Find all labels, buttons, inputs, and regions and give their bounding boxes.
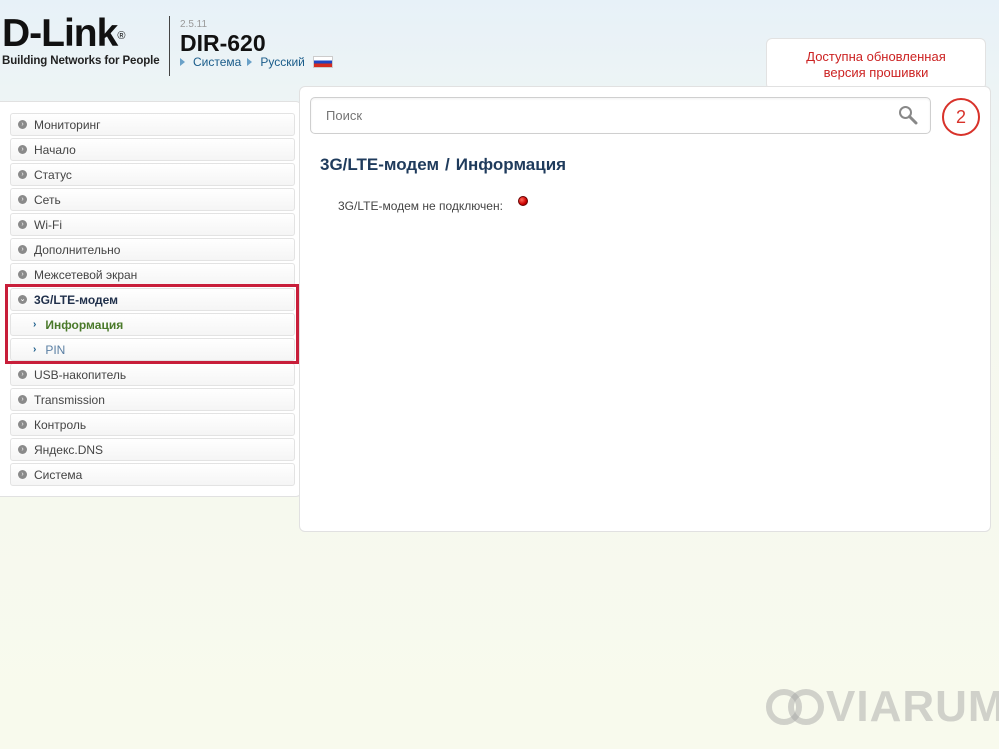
chevron-right-icon: › [18, 395, 27, 404]
sidebar-menu: › Мониторинг › Начало › Статус › Сеть › Wi-Fi… [10, 113, 295, 488]
sidebar-item-label: Мониторинг [34, 117, 101, 132]
registered-mark: ® [117, 30, 125, 42]
sidebar: › Мониторинг › Начало › Статус › Сеть › Wi-Fi… [0, 101, 302, 497]
search-input[interactable] [310, 97, 931, 134]
sidebar-item-transmission[interactable]: › Transmission [10, 388, 295, 411]
sidebar-item-label: Сеть [34, 192, 61, 207]
sidebar-item-label: 3G/LTE-модем [34, 292, 119, 307]
chevron-right-icon: › [18, 195, 27, 204]
arrow-right-icon: › [33, 319, 37, 330]
page-title: 3G/LTE-модем / Информация [320, 155, 566, 175]
sidebar-item-label: USB-накопитель [34, 367, 127, 382]
nav-language-link[interactable]: Русский [260, 55, 305, 69]
sidebar-item-status[interactable]: › Статус [10, 163, 295, 186]
watermark-text: VIARUM [826, 682, 999, 731]
chevron-right-icon: › [18, 220, 27, 229]
firmware-update-notice[interactable]: Доступна обновленная версия прошивки [766, 38, 986, 90]
main-panel: 2 3G/LTE-модем / Информация 3G/LTE-модем н… [299, 86, 991, 532]
sidebar-item-3g-lte-modem[interactable]: ⌄ 3G/LTE-модем [10, 288, 295, 311]
status-indicator-icon [518, 196, 528, 206]
chevron-right-icon: › [18, 245, 27, 254]
sidebar-item-usb-storage[interactable]: › USB-накопитель [10, 363, 295, 386]
chevron-right-icon: › [18, 145, 27, 154]
sidebar-item-yandex-dns[interactable]: › Яндекс.DNS [10, 438, 295, 461]
chevron-right-icon: › [18, 170, 27, 179]
sidebar-item-label: Контроль [34, 417, 87, 432]
dlink-logo[interactable]: D-Link® Building Networks for People [2, 12, 160, 68]
chevron-right-icon: › [18, 370, 27, 379]
viarum-watermark: VIARUM [764, 682, 999, 732]
header-nav: Система Русский [180, 55, 333, 69]
triangle-right-icon [180, 58, 185, 66]
chevron-right-icon: › [18, 120, 27, 129]
sidebar-item-firewall[interactable]: › Межсетевой экран [10, 263, 295, 286]
modem-status-label: 3G/LTE-модем не подключен: [338, 199, 503, 213]
sidebar-item-system[interactable]: › Система [10, 463, 295, 486]
sidebar-item-label: Информация [45, 317, 124, 332]
notice-line-1: Доступна обновленная [806, 49, 946, 64]
notice-line-2: версия прошивки [823, 65, 929, 80]
breadcrumb-current: Информация [455, 155, 567, 174]
sidebar-item-control[interactable]: › Контроль [10, 413, 295, 436]
breadcrumb-parent[interactable]: 3G/LTE-модем [320, 155, 439, 174]
sidebar-item-label: Transmission [34, 392, 105, 407]
sidebar-item-label: Яндекс.DNS [34, 442, 104, 457]
header-divider [169, 16, 170, 76]
viarum-logo-icon [766, 689, 824, 725]
chevron-down-icon: ⌄ [18, 295, 27, 304]
sidebar-item-network[interactable]: › Сеть [10, 188, 295, 211]
sidebar-item-label: Начало [34, 142, 76, 157]
sidebar-subitem-pin[interactable]: › PIN [10, 338, 295, 361]
chevron-right-icon: › [18, 420, 27, 429]
model-name: DIR-620 [180, 30, 266, 56]
chevron-right-icon: › [18, 270, 27, 279]
logo-tagline: Building Networks for People [2, 55, 160, 67]
breadcrumb-separator: / [445, 155, 450, 174]
sidebar-item-label: PIN [45, 342, 66, 357]
sidebar-item-label: Межсетевой экран [34, 267, 138, 282]
arrow-right-icon: › [33, 344, 37, 355]
sidebar-item-advanced[interactable]: › Дополнительно [10, 238, 295, 261]
sidebar-subitem-information[interactable]: › Информация [10, 313, 295, 336]
nav-system-link[interactable]: Система [193, 55, 241, 69]
sidebar-item-label: Дополнительно [34, 242, 121, 257]
sidebar-item-label: Статус [34, 167, 72, 182]
russia-flag-icon[interactable] [312, 56, 333, 68]
sidebar-item-wifi[interactable]: › Wi-Fi [10, 213, 295, 236]
notification-count-badge[interactable]: 2 [942, 98, 980, 136]
chevron-right-icon: › [18, 470, 27, 479]
search-icon[interactable] [898, 105, 918, 125]
chevron-right-icon: › [18, 445, 27, 454]
sidebar-item-monitoring[interactable]: › Мониторинг [10, 113, 295, 136]
sidebar-item-label: Система [34, 467, 83, 482]
firmware-version: 2.5.11 [180, 19, 208, 30]
triangle-right-icon [247, 58, 253, 66]
logo-text: D-Link [2, 12, 118, 55]
sidebar-item-start[interactable]: › Начало [10, 138, 295, 161]
sidebar-item-label: Wi-Fi [34, 217, 62, 232]
